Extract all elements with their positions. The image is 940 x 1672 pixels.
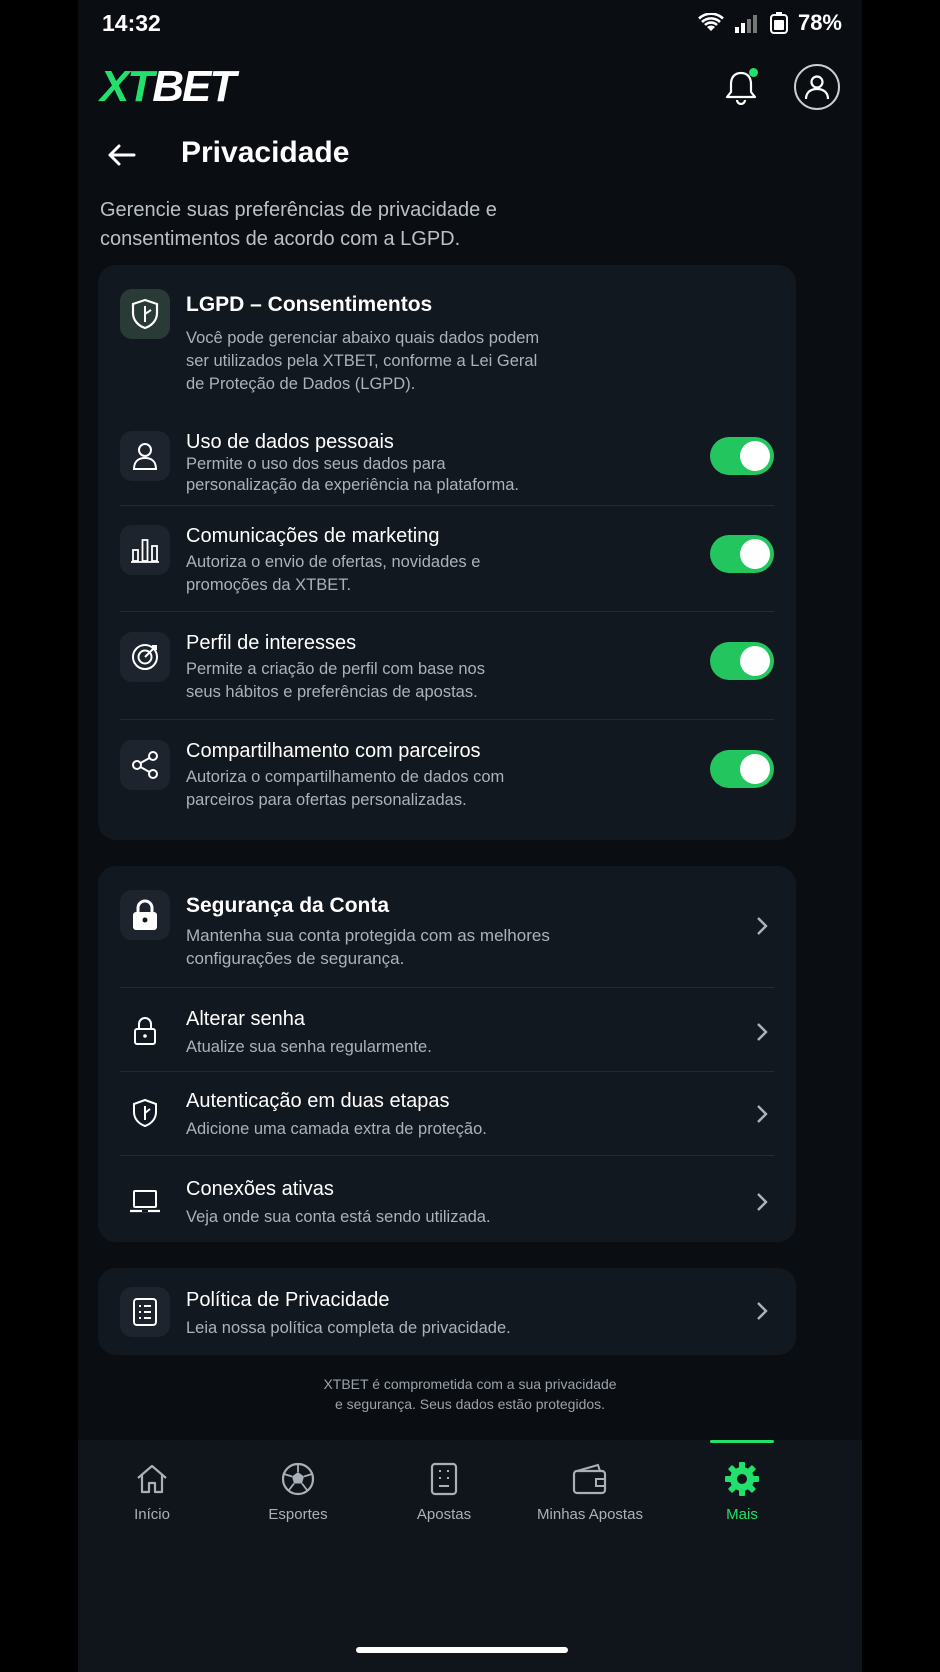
partners-toggle[interactable] — [710, 750, 774, 788]
divider — [120, 1155, 774, 1156]
item-title: Conexões ativas — [186, 1178, 334, 1200]
ticket-icon — [370, 1458, 518, 1500]
wifi-icon — [698, 13, 724, 31]
target-icon — [120, 632, 170, 682]
tab-mais[interactable]: Mais — [668, 1440, 816, 1523]
bottom-tab-bar: Início Esportes Apostas Minhas Apostas M… — [78, 1440, 862, 1672]
active-connections-item[interactable]: Conexões ativas Veja onde sua conta está… — [120, 1176, 774, 1236]
change-password-item[interactable]: Alterar senha Atualize sua senha regular… — [120, 1006, 774, 1066]
consent-desc: Autoriza o compartilhamento de dados com… — [186, 768, 505, 809]
share-icon — [120, 740, 170, 790]
consent-title: Uso de dados pessoais — [186, 431, 394, 453]
personal-data-toggle[interactable] — [710, 437, 774, 475]
gear-icon — [668, 1458, 816, 1500]
chevron-right-icon — [757, 917, 768, 935]
soccer-ball-icon — [224, 1458, 372, 1500]
privacy-policy-card[interactable]: Política de Privacidade Leia nossa polít… — [98, 1268, 796, 1355]
privacy-policy-item[interactable]: Política de Privacidade Leia nossa polít… — [120, 1287, 774, 1337]
interests-toggle[interactable] — [710, 642, 774, 680]
consent-item-partners[interactable]: Compartilhamento com parceiros Autoriza … — [120, 740, 774, 820]
page-title: Privacidade — [181, 136, 350, 169]
user-icon — [804, 75, 830, 100]
wallet-icon — [516, 1458, 664, 1500]
divider — [120, 505, 774, 506]
padlock-icon — [124, 1010, 166, 1052]
home-icon — [78, 1458, 226, 1500]
item-desc: Adicione uma camada extra de proteção. — [186, 1120, 487, 1138]
footer-note: XTBET é comprometida com a sua privacida… — [323, 1376, 617, 1412]
consent-item-interests[interactable]: Perfil de interesses Permite a criação d… — [120, 632, 774, 712]
lock-icon — [120, 890, 170, 940]
consent-item-personal-data[interactable]: Uso de dados pessoais Permite o uso dos … — [120, 431, 774, 503]
security-card: Segurança da Conta Mantenha sua conta pr… — [98, 866, 796, 1242]
tab-apostas[interactable]: Apostas — [370, 1440, 518, 1523]
signal-icon — [734, 15, 757, 33]
lgpd-card: LGPD – Consentimentos Você pode gerencia… — [98, 265, 796, 840]
consent-desc: Autoriza o envio de ofertas, novidades e… — [186, 553, 481, 594]
tab-inicio[interactable]: Início — [78, 1440, 226, 1523]
lgpd-title: LGPD – Consentimentos — [186, 293, 433, 316]
shield-icon — [120, 289, 170, 339]
consent-desc: Permite a criação de perfil com base nos… — [186, 660, 485, 701]
consent-item-marketing[interactable]: Comunicações de marketing Autoriza o env… — [120, 525, 774, 605]
chevron-right-icon — [757, 1023, 768, 1041]
divider — [120, 987, 774, 988]
brand-logo[interactable]: XTBET — [100, 62, 236, 112]
security-title: Segurança da Conta — [186, 894, 390, 917]
tab-minhas-apostas[interactable]: Minhas Apostas — [516, 1440, 664, 1523]
chevron-right-icon — [757, 1193, 768, 1211]
laptop-icon — [124, 1180, 166, 1222]
notification-dot — [749, 68, 758, 77]
item-title: Autenticação em duas etapas — [186, 1090, 450, 1112]
security-description: Mantenha sua conta protegida com as melh… — [186, 926, 550, 968]
back-arrow-icon[interactable] — [104, 138, 138, 172]
consent-title: Compartilhamento com parceiros — [186, 740, 481, 762]
page-intro: Gerencie suas preferências de privacidad… — [100, 199, 497, 250]
consent-title: Perfil de interesses — [186, 632, 357, 654]
policy-desc: Leia nossa política completa de privacid… — [186, 1319, 511, 1337]
lgpd-description: Você pode gerenciar abaixo quais dados p… — [186, 329, 540, 393]
phone-screen: 14:32 78% XTBET Privacidade Gerencie sua… — [78, 0, 862, 1672]
consent-title: Comunicações de marketing — [186, 525, 440, 547]
chevron-right-icon — [757, 1105, 768, 1123]
profile-button[interactable] — [794, 64, 840, 110]
status-bar: 14:32 78% — [78, 0, 862, 48]
status-time: 14:32 — [102, 10, 161, 36]
item-title: Alterar senha — [186, 1008, 305, 1030]
divider — [120, 719, 774, 720]
bar-chart-icon — [120, 525, 170, 575]
document-list-icon — [120, 1287, 170, 1337]
battery-percent: 78% — [797, 10, 842, 35]
user-icon — [120, 431, 170, 481]
shield-check-icon — [124, 1092, 166, 1134]
item-desc: Veja onde sua conta está sendo utilizada… — [186, 1208, 491, 1226]
battery-icon — [769, 12, 788, 34]
security-header[interactable]: Segurança da Conta Mantenha sua conta pr… — [120, 890, 774, 986]
home-indicator — [356, 1647, 568, 1653]
tab-esportes[interactable]: Esportes — [224, 1440, 372, 1523]
policy-title: Política de Privacidade — [186, 1289, 390, 1311]
lgpd-header: LGPD – Consentimentos Você pode gerencia… — [120, 289, 774, 399]
consent-desc: Permite o uso dos seus dados para person… — [186, 455, 519, 494]
divider — [120, 1071, 774, 1072]
chevron-right-icon — [757, 1302, 768, 1320]
item-desc: Atualize sua senha regularmente. — [186, 1038, 432, 1056]
notifications-button[interactable] — [718, 64, 764, 110]
two-factor-item[interactable]: Autenticação em duas etapas Adicione uma… — [120, 1088, 774, 1148]
marketing-toggle[interactable] — [710, 535, 774, 573]
divider — [120, 611, 774, 612]
